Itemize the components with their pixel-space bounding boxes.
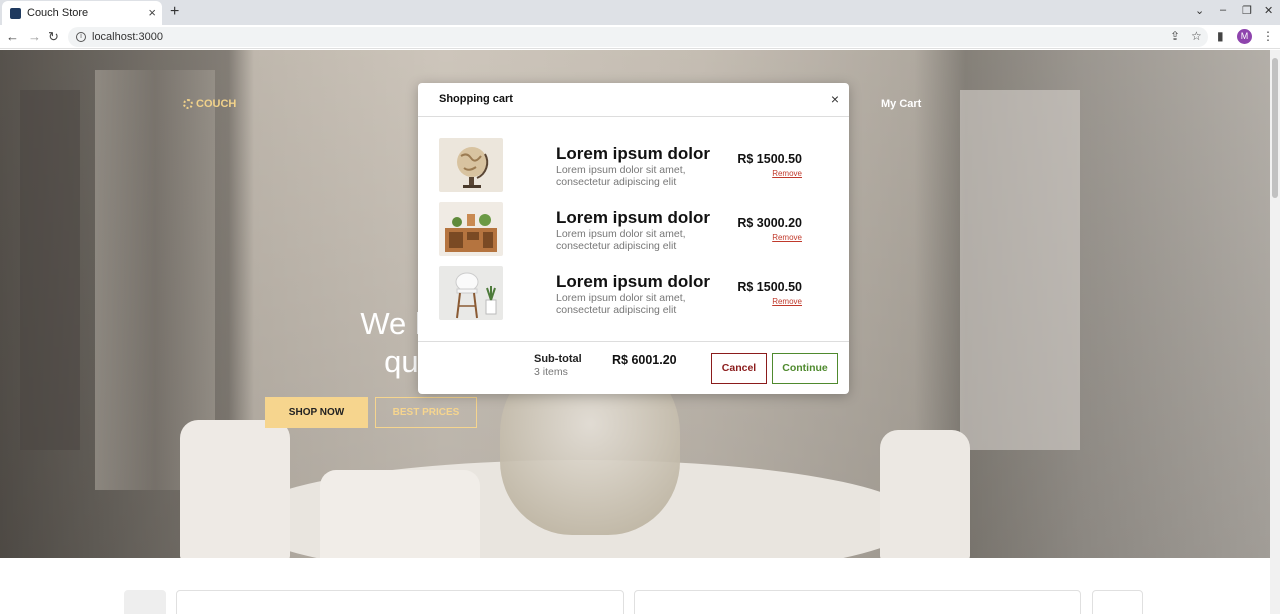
share-icon[interactable]: ⇪ (1170, 29, 1180, 43)
my-cart-link[interactable]: My Cart (881, 98, 921, 110)
site-logo[interactable]: COUCH (183, 98, 236, 110)
modal-close-icon[interactable]: × (831, 91, 839, 107)
back-icon[interactable]: ← (6, 29, 19, 44)
item-name: Lorem ipsum dolor (556, 144, 710, 163)
forward-icon[interactable]: → (28, 29, 41, 44)
browser-tab[interactable]: Couch Store × (2, 1, 162, 25)
modal-header: Shopping cart × (418, 83, 849, 117)
window-close-icon[interactable]: ✕ (1264, 4, 1273, 17)
restore-icon[interactable]: ❐ (1242, 4, 1252, 17)
product-card[interactable] (1092, 590, 1143, 614)
hero-bg-chair (180, 420, 290, 560)
item-price: R$ 3000.20 (737, 216, 802, 230)
item-price: R$ 1500.50 (737, 280, 802, 294)
minimize-icon[interactable]: – (1220, 4, 1226, 16)
bookmark-star-icon[interactable]: ☆ (1191, 29, 1202, 43)
product-card[interactable] (634, 590, 1081, 614)
modal-footer: Sub-total 3 items R$ 6001.20 Cancel Cont… (418, 341, 849, 394)
item-name: Lorem ipsum dolor (556, 272, 710, 291)
items-count: 3 items (534, 366, 568, 378)
hero-bg-door (960, 90, 1080, 450)
site-info-icon[interactable]: i (76, 32, 86, 42)
modal-title: Shopping cart (439, 93, 513, 105)
hero-bg-window (20, 90, 80, 450)
menu-kebab-icon[interactable]: ⋮ (1262, 29, 1274, 43)
continue-button[interactable]: Continue (772, 353, 838, 384)
product-thumbnail-globe (439, 138, 503, 192)
cart-item: Lorem ipsum dolor Lorem ipsum dolor sit … (418, 266, 849, 322)
remove-item-link[interactable]: Remove (772, 233, 802, 242)
carousel-prev-card[interactable] (124, 590, 166, 614)
product-thumbnail-shelves (439, 202, 503, 256)
product-cards-row (0, 558, 1270, 614)
url-text: localhost:3000 (92, 31, 163, 43)
profile-avatar[interactable]: M (1237, 29, 1252, 44)
browser-toolbar: ← → ↻ i localhost:3000 ⇪ ☆ ▮ ⋮ (0, 25, 1280, 49)
hero-bg-chair (320, 470, 480, 570)
cart-item: Lorem ipsum dolor Lorem ipsum dolor sit … (418, 138, 849, 194)
remove-item-link[interactable]: Remove (772, 169, 802, 178)
side-panel-icon[interactable]: ▮ (1217, 29, 1224, 43)
logo-text: COUCH (196, 98, 237, 110)
item-description: Lorem ipsum dolor sit amet, consectetur … (556, 292, 686, 316)
item-price: R$ 1500.50 (737, 152, 802, 166)
site-favicon-icon (10, 7, 21, 19)
hero-bg-chair (880, 430, 970, 560)
cart-item: Lorem ipsum dolor Lorem ipsum dolor sit … (418, 202, 849, 258)
product-card[interactable] (176, 590, 624, 614)
tab-search-icon[interactable]: ⌄ (1195, 4, 1204, 17)
new-tab-button[interactable]: + (170, 3, 179, 21)
product-thumbnail-chair (439, 266, 503, 320)
tab-close-icon[interactable]: × (148, 5, 156, 20)
shopping-cart-modal: Shopping cart × Lorem ipsum dolor Lorem … (418, 83, 849, 394)
subtotal-value: R$ 6001.20 (612, 353, 677, 367)
best-prices-button[interactable]: BEST PRICES (375, 397, 477, 428)
logo-icon (183, 99, 193, 109)
tab-title: Couch Store (27, 7, 89, 19)
item-description: Lorem ipsum dolor sit amet, consectetur … (556, 228, 686, 252)
subtotal-label: Sub-total (534, 353, 582, 365)
address-bar[interactable]: i localhost:3000 (68, 27, 1208, 47)
shop-now-button[interactable]: SHOP NOW (265, 397, 368, 428)
browser-tab-bar: Couch Store × + ⌄ – ❐ ✕ (0, 0, 1280, 25)
cancel-button[interactable]: Cancel (711, 353, 767, 384)
item-description: Lorem ipsum dolor sit amet, consectetur … (556, 164, 686, 188)
reload-icon[interactable]: ↻ (48, 29, 59, 45)
item-name: Lorem ipsum dolor (556, 208, 710, 227)
page-scrollbar-thumb[interactable] (1272, 58, 1278, 198)
remove-item-link[interactable]: Remove (772, 297, 802, 306)
